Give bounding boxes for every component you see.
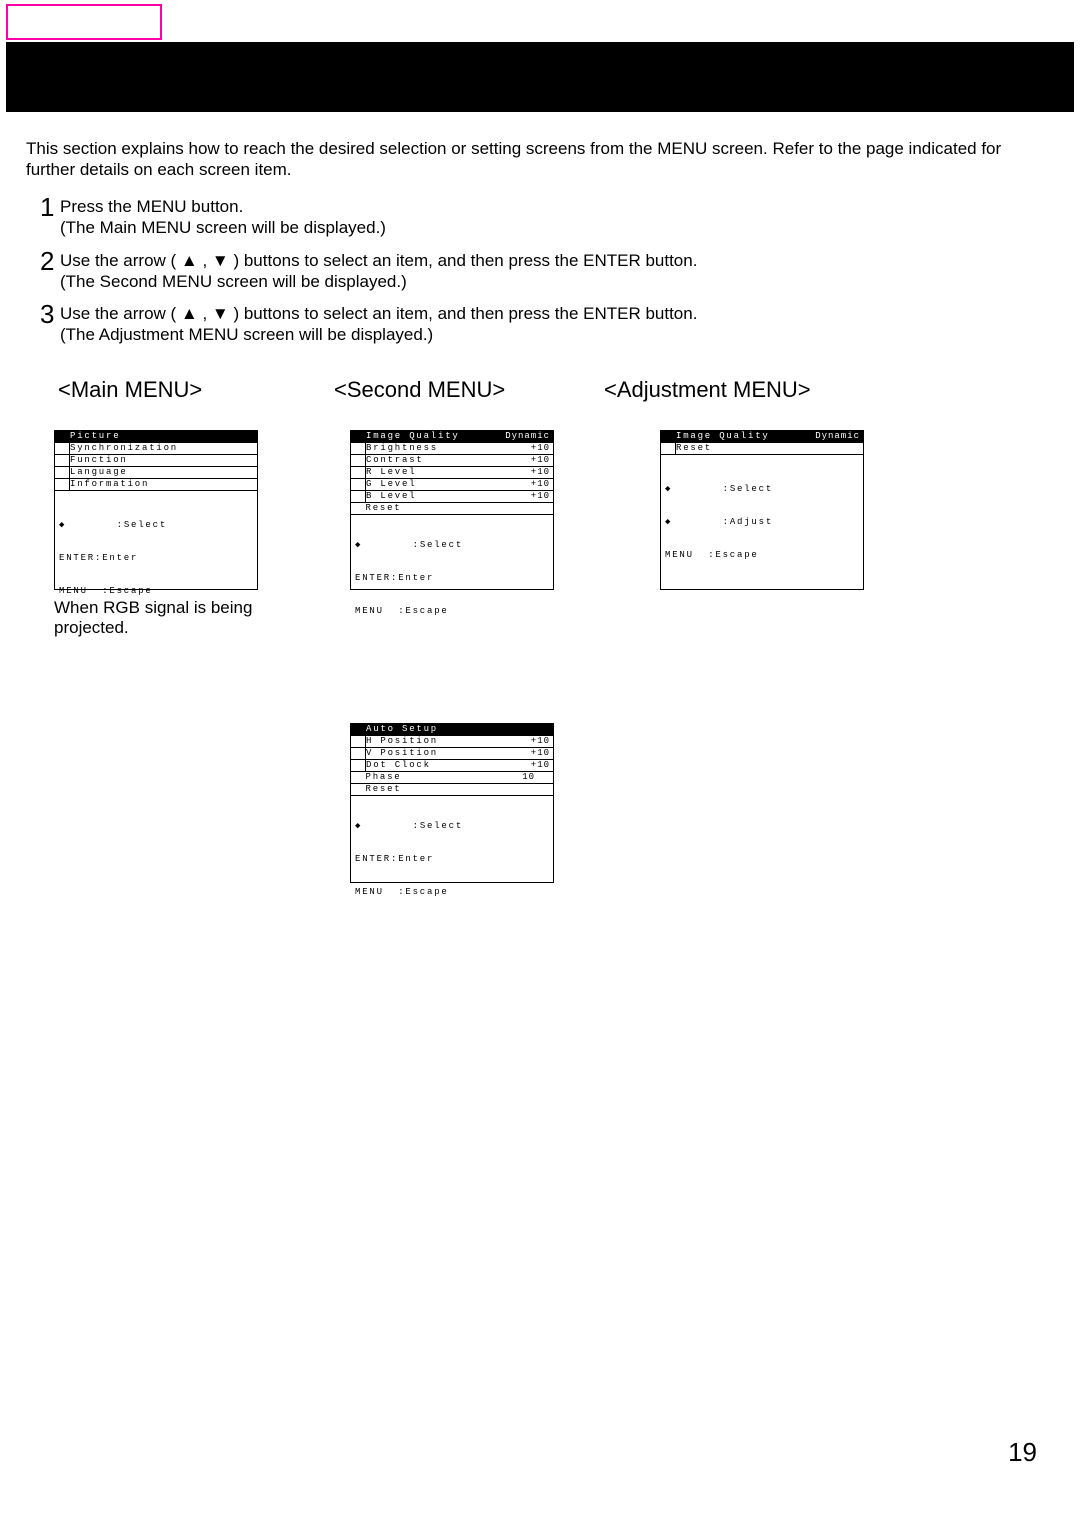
osd-header: Image QualityDynamic: [366, 431, 554, 443]
osd-hint: MENU :Escape: [665, 550, 861, 561]
osd-hint: MENU :Escape: [355, 887, 551, 898]
osd-main-menu: Picture Synchronization Function Languag…: [54, 430, 258, 590]
step-number: 2: [40, 245, 60, 278]
osd-row: Information: [70, 479, 258, 491]
osd-row: Dot Clock+10: [366, 760, 554, 772]
steps-list: 1 Press the MENU button. (The Main MENU …: [40, 185, 1040, 346]
osd-second-top: Image QualityDynamic Brightness+10 Contr…: [350, 430, 554, 590]
osd-row: Synchronization: [70, 443, 258, 455]
osd-hint: ◆ :Select: [59, 520, 255, 531]
osd-adjustment: Image QualityDynamic Reset ◆ :Select ◆ :…: [660, 430, 864, 590]
osd-hint: ENTER:Enter: [355, 573, 551, 584]
crop-mark-box: [6, 4, 162, 40]
step-text: (The Second MENU screen will be displaye…: [60, 272, 407, 291]
caption-main: When RGB signal is being projected.: [54, 598, 259, 639]
intro-text: This section explains how to reach the d…: [26, 138, 1036, 181]
osd-row: Reset: [366, 503, 554, 515]
heading-adjust: <Adjustment MENU>: [604, 376, 811, 404]
osd-hint: MENU :Escape: [59, 586, 255, 597]
osd-hint: ◆ :Adjust: [665, 517, 861, 528]
osd-header: Image QualityDynamic: [676, 431, 864, 443]
step-text: Press the MENU button.: [60, 197, 243, 216]
osd-row: Picture: [70, 431, 258, 443]
step-text: Use the arrow ( ▲ , ▼ ) buttons to selec…: [60, 251, 697, 270]
step-number: 3: [40, 298, 60, 331]
step-text: Use the arrow ( ▲ , ▼ ) buttons to selec…: [60, 304, 697, 323]
osd-row: V Position+10: [366, 748, 554, 760]
osd-row: Function: [70, 455, 258, 467]
osd-row: Brightness+10: [366, 443, 554, 455]
osd-row: H Position+10: [366, 736, 554, 748]
osd-row: Reset: [366, 784, 554, 796]
osd-row: B Level+10: [366, 491, 554, 503]
osd-header: Auto Setup: [366, 724, 554, 736]
step-text: (The Main MENU screen will be displayed.…: [60, 218, 386, 237]
heading-second: <Second MENU>: [334, 376, 505, 404]
step-number: 1: [40, 191, 60, 224]
osd-row: Contrast+10: [366, 455, 554, 467]
osd-row: Reset: [676, 443, 864, 455]
page-number: 19: [1008, 1436, 1037, 1469]
osd-hint: MENU :Escape: [355, 606, 551, 617]
osd-hint: ◆ :Select: [355, 540, 551, 551]
osd-hint: ENTER:Enter: [355, 854, 551, 865]
osd-row: Phase10: [366, 772, 554, 784]
step-text: (The Adjustment MENU screen will be disp…: [60, 325, 433, 344]
osd-hint: ◆ :Select: [665, 484, 861, 495]
osd-row: G Level+10: [366, 479, 554, 491]
osd-second-bottom: Auto Setup H Position+10 V Position+10 D…: [350, 723, 554, 883]
heading-main: <Main MENU>: [58, 376, 202, 404]
title-black-bar: [6, 42, 1074, 112]
osd-row: R Level+10: [366, 467, 554, 479]
osd-row: Language: [70, 467, 258, 479]
osd-hint: ENTER:Enter: [59, 553, 255, 564]
osd-hint: ◆ :Select: [355, 821, 551, 832]
